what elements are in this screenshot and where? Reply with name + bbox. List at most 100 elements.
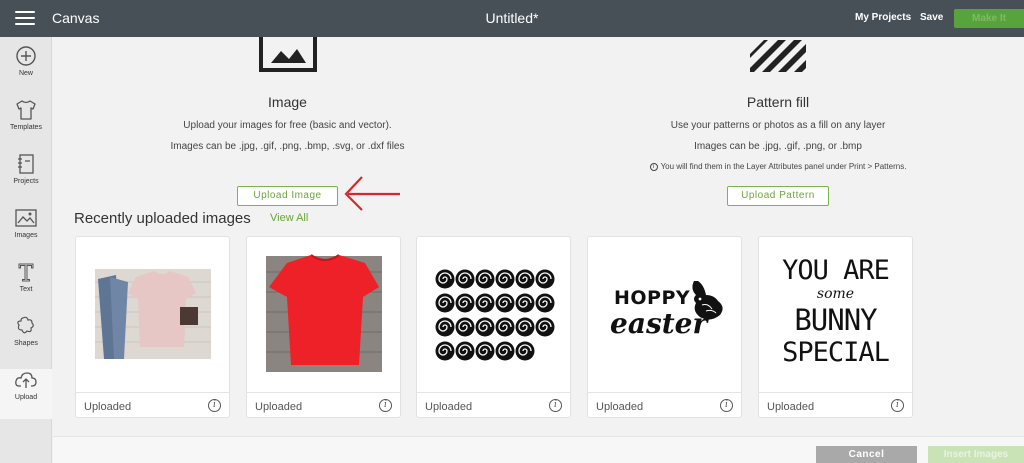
rolled-flower [535, 269, 555, 289]
pattern-panel-note: i You will find them in the Layer Attribu… [608, 162, 948, 171]
pattern-panel-line2: Images can be .jpg, .gif, .png, or .bmp [694, 141, 862, 152]
rolled-flower [475, 293, 495, 313]
insert-images-button[interactable]: Insert Images [928, 446, 1024, 463]
left-sidebar: New Templates Projects Images Text Shape… [0, 37, 52, 463]
rolled-flower [535, 317, 555, 337]
card-footer: Uploaded i [247, 392, 400, 418]
top-bar: Canvas Untitled* My Projects Save Make I… [0, 0, 1024, 37]
sidebar-item-images[interactable]: Images [0, 207, 52, 257]
image-panel-line1: Upload your images for free (basic and v… [183, 120, 392, 131]
rolled-flower [475, 341, 495, 361]
bunny-text: BUNNY [794, 303, 877, 337]
document-title[interactable]: Untitled* [486, 10, 539, 26]
card-status-label: Uploaded [255, 401, 303, 413]
cloud-upload-icon [15, 372, 37, 388]
plus-circle-icon [16, 46, 36, 66]
sidebar-label-images: Images [14, 232, 38, 239]
rolled-flower [435, 341, 455, 361]
uploaded-image-card[interactable]: YOU ARE some BUNNY SPECIAL Uploaded i [758, 236, 913, 418]
rolled-flower [515, 341, 535, 361]
card-footer: Uploaded i [76, 392, 229, 418]
sidebar-label-upload: Upload [14, 394, 38, 401]
sidebar-item-projects[interactable]: Projects [0, 153, 52, 203]
info-icon[interactable]: i [208, 399, 221, 412]
card-status-label: Uploaded [84, 401, 132, 413]
sidebar-item-shapes[interactable]: Shapes [0, 315, 52, 365]
special-text: SPECIAL [782, 337, 890, 368]
info-icon[interactable]: i [891, 399, 904, 412]
card-image-some-bunny-special: YOU ARE some BUNNY SPECIAL [759, 237, 912, 392]
view-all-link[interactable]: View All [270, 212, 308, 224]
sidebar-item-upload[interactable]: Upload [0, 369, 52, 419]
sidebar-label-new: New [18, 70, 33, 77]
image-panel-title: Image [268, 94, 307, 110]
uploaded-image-card[interactable]: HOPPY easter Uploaded i [587, 236, 742, 418]
sidebar-label-templates: Templates [10, 124, 42, 131]
rolled-flower [435, 317, 455, 337]
bunny-icon [692, 281, 723, 320]
make-it-button[interactable]: Make It [954, 9, 1024, 28]
pattern-panel-title: Pattern fill [746, 94, 810, 110]
card-image-hoppy-easter: HOPPY easter [588, 237, 741, 392]
rolled-flower [455, 269, 475, 289]
image-panel-header: Image Upload your images for free (basic… [120, 94, 455, 152]
rolled-flower [535, 293, 555, 313]
uploaded-image-card[interactable]: Uploaded i [75, 236, 230, 418]
pattern-panel-header: Pattern fill Use your patterns or photos… [608, 94, 948, 171]
cancel-button[interactable]: Cancel [816, 446, 917, 463]
rolled-flower [515, 269, 535, 289]
sidebar-item-templates[interactable]: Templates [0, 99, 52, 149]
rolled-flower [435, 269, 455, 289]
rolled-flower [455, 293, 475, 313]
image-upload-icon [259, 37, 317, 72]
sidebar-item-new[interactable]: New [0, 45, 52, 95]
rolled-flower [515, 293, 535, 313]
sidebar-label-text: Text [19, 286, 33, 293]
rolled-flower [495, 269, 515, 289]
rolled-flower [475, 317, 495, 337]
pattern-note-text: You will find them in the Layer Attribut… [660, 162, 907, 171]
upload-image-button[interactable]: Upload Image [237, 186, 338, 206]
save-button[interactable]: Save [920, 12, 943, 23]
notebook-icon [18, 154, 34, 174]
sidebar-label-projects: Projects [13, 178, 39, 185]
sidebar-item-text[interactable]: Text [0, 261, 52, 311]
card-image-tshirt-jeans [76, 237, 229, 392]
upload-pattern-button[interactable]: Upload Pattern [727, 186, 829, 206]
rolled-flower [435, 293, 455, 313]
recent-uploads-title: Recently uploaded images [74, 210, 251, 227]
uploaded-image-card[interactable]: Uploaded i [246, 236, 401, 418]
card-image-red-tshirt [247, 237, 400, 392]
hamburger-menu-icon[interactable] [15, 11, 35, 25]
card-footer: Uploaded i [759, 392, 912, 418]
some-text: some [816, 286, 855, 302]
annotation-arrow-icon [344, 176, 400, 211]
tshirt-icon [16, 100, 36, 120]
image-panel-line2: Images can be .jpg, .gif, .png, .bmp, .s… [170, 141, 405, 152]
card-image-rolled-flowers [417, 237, 570, 392]
my-projects-link[interactable]: My Projects [855, 12, 911, 23]
info-icon[interactable]: i [549, 399, 562, 412]
info-icon: i [649, 162, 658, 171]
rolled-flower [495, 317, 515, 337]
rolled-flower [495, 341, 515, 361]
you-are-text: YOU ARE [782, 255, 890, 286]
shapes-icon [17, 316, 34, 334]
rolled-flower [495, 293, 515, 313]
card-footer: Uploaded i [588, 392, 741, 418]
card-status-label: Uploaded [767, 401, 815, 413]
info-icon[interactable]: i [720, 399, 733, 412]
info-icon[interactable]: i [379, 399, 392, 412]
pattern-panel-line1: Use your patterns or photos as a fill on… [670, 120, 886, 131]
sidebar-label-shapes: Shapes [14, 340, 38, 347]
text-t-icon [18, 263, 34, 282]
app-title: Canvas [52, 10, 100, 26]
rolled-flower [455, 341, 475, 361]
rolled-flower [475, 269, 495, 289]
rolled-flower [455, 317, 475, 337]
pattern-fill-icon [750, 40, 806, 72]
card-footer: Uploaded i [417, 392, 570, 418]
image-icon [15, 209, 37, 227]
uploaded-image-card[interactable]: Uploaded i [416, 236, 571, 418]
rolled-flower [515, 317, 535, 337]
